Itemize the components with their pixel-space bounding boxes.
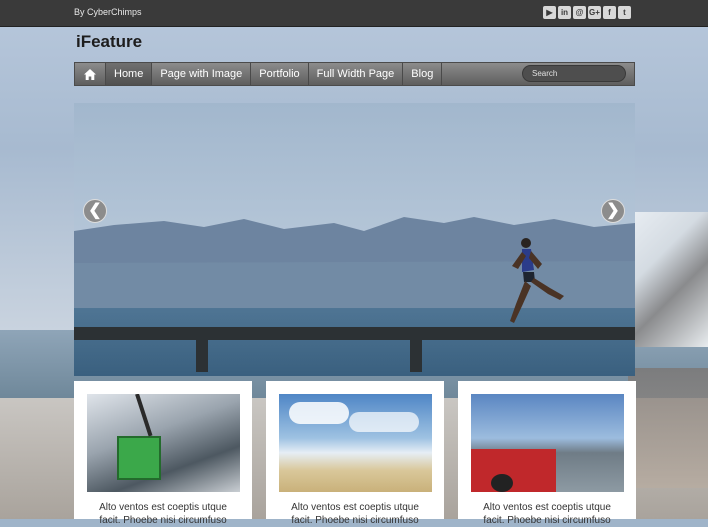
card-text: Alto ventos est coeptis utque facit. Pho… — [266, 501, 444, 527]
slider-prev-button[interactable]: ❮ — [83, 199, 107, 223]
card-text-line: facit. Phoebe nisi circumfuso — [483, 515, 611, 526]
background-snowy-rock — [628, 212, 708, 347]
card-text-line: Alto ventos est coeptis utque — [483, 502, 611, 513]
card-text: Alto ventos est coeptis utque facit. Pho… — [458, 501, 636, 527]
image-slider[interactable]: ❮ ❯ — [74, 103, 635, 376]
byline: By CyberChimps — [74, 7, 142, 17]
nav-home-button[interactable] — [75, 63, 106, 85]
background-rock-reflection — [628, 368, 708, 488]
runner-figure — [510, 238, 564, 323]
beach-runners-image — [279, 394, 432, 492]
card-text-line: Alto ventos est coeptis utque — [291, 502, 419, 513]
nav-item-home[interactable]: Home — [106, 63, 153, 85]
home-icon — [84, 68, 96, 80]
feature-card[interactable]: Alto ventos est coeptis utque facit. Pho… — [74, 381, 252, 526]
nav-item-portfolio[interactable]: Portfolio — [251, 63, 309, 85]
cable-car-cabin — [117, 436, 161, 480]
pier-post — [410, 340, 422, 372]
jeep-people-image — [471, 394, 624, 492]
site-title[interactable]: iFeature — [76, 32, 142, 52]
facebook-icon[interactable]: f — [603, 6, 616, 19]
nav-item-full-width-page[interactable]: Full Width Page — [309, 63, 404, 85]
cable-car-image — [87, 394, 240, 492]
nav-item-blog[interactable]: Blog — [403, 63, 443, 85]
cable-car-arm — [135, 394, 153, 437]
jeep-wheel — [491, 474, 513, 492]
google-plus-icon[interactable]: G+ — [588, 6, 601, 19]
linkedin-icon[interactable]: in — [558, 6, 571, 19]
slider-next-button[interactable]: ❯ — [601, 199, 625, 223]
card-text-line: Alto ventos est coeptis utque — [99, 502, 227, 513]
pier-post — [196, 340, 208, 372]
jeep — [471, 449, 556, 492]
main-nav: Home Page with Image Portfolio Full Widt… — [74, 62, 635, 86]
card-text: Alto ventos est coeptis utque facit. Pho… — [74, 501, 252, 527]
twitter-icon[interactable]: t — [618, 6, 631, 19]
feature-card[interactable]: Alto ventos est coeptis utque facit. Pho… — [458, 381, 636, 526]
pinterest-icon[interactable]: @ — [573, 6, 586, 19]
card-text-line: facit. Phoebe nisi circumfuso — [291, 515, 419, 526]
nav-item-page-with-image[interactable]: Page with Image — [152, 63, 252, 85]
card-text-line: facit. Phoebe nisi circumfuso — [99, 515, 227, 526]
cloud — [289, 402, 349, 424]
top-bar: By CyberChimps ▶ in @ G+ f t — [0, 0, 708, 27]
search-input[interactable]: Search — [522, 65, 626, 82]
feature-card[interactable]: Alto ventos est coeptis utque facit. Pho… — [266, 381, 444, 526]
cloud — [349, 412, 419, 432]
youtube-icon[interactable]: ▶ — [543, 6, 556, 19]
social-icons: ▶ in @ G+ f t — [543, 6, 631, 19]
